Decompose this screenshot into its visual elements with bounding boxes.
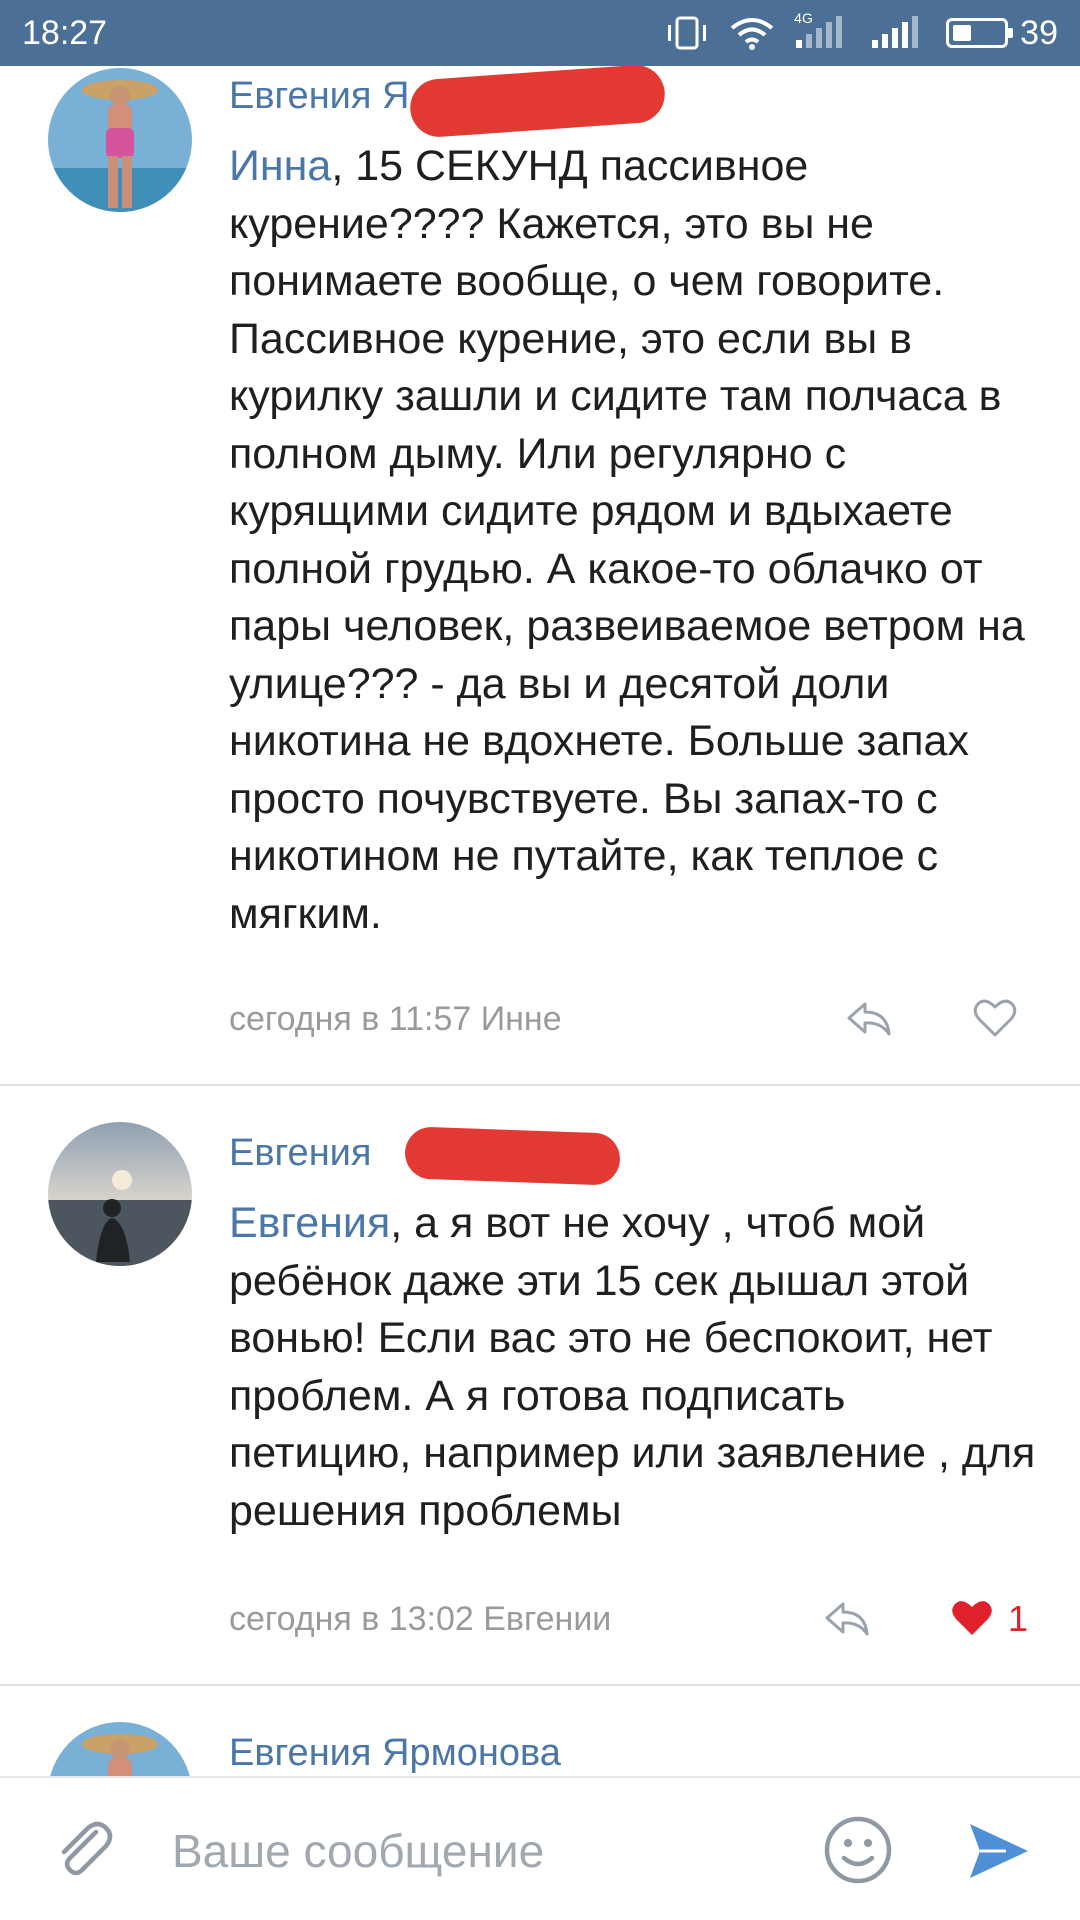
comment-meta: сегодня в 13:02 Евгении bbox=[229, 1600, 612, 1638]
emoji-icon[interactable] bbox=[822, 1814, 894, 1891]
vibrate-icon bbox=[664, 16, 710, 50]
heart-filled-icon[interactable] bbox=[950, 1598, 994, 1643]
mention-link[interactable]: Евгения bbox=[229, 1199, 390, 1247]
divider bbox=[0, 1084, 1080, 1086]
battery-indicator: 39 bbox=[946, 14, 1058, 53]
mention-link[interactable]: Инна bbox=[229, 142, 331, 190]
status-icons: 4G 39 bbox=[664, 10, 1058, 53]
paperclip-icon[interactable] bbox=[50, 1816, 116, 1887]
wifi-icon bbox=[730, 16, 774, 50]
avatar[interactable] bbox=[48, 1722, 192, 1776]
status-bar: 18:27 4G 39 bbox=[0, 0, 1080, 66]
redaction-mark bbox=[408, 66, 667, 139]
avatar[interactable] bbox=[48, 68, 192, 212]
redaction-mark bbox=[404, 1126, 621, 1186]
reply-icon[interactable] bbox=[823, 1598, 871, 1643]
battery-icon bbox=[946, 18, 1014, 48]
signal-4g-icon: 4G bbox=[794, 10, 850, 50]
like-count: 1 bbox=[1008, 1598, 1029, 1639]
send-icon[interactable] bbox=[966, 1818, 1032, 1889]
comments-feed[interactable]: Евгения Я Инна, 15 СЕКУНД пассивное куре… bbox=[0, 66, 1080, 1776]
comment-text: Инна, 15 СЕКУНД пассивное курение???? Ка… bbox=[229, 142, 1025, 938]
comment-author[interactable]: Евгения Ярмонова bbox=[229, 1732, 561, 1775]
comment-meta: сегодня в 11:57 Инне bbox=[229, 1000, 562, 1038]
avatar[interactable] bbox=[48, 1122, 192, 1266]
message-input-bar bbox=[0, 1776, 1080, 1920]
battery-level: 39 bbox=[1020, 13, 1058, 52]
signal-icon bbox=[870, 16, 926, 50]
message-input[interactable] bbox=[170, 1814, 794, 1888]
divider bbox=[0, 1684, 1080, 1686]
reply-icon[interactable] bbox=[845, 998, 893, 1043]
status-time: 18:27 bbox=[22, 13, 108, 52]
heart-icon[interactable] bbox=[973, 998, 1017, 1043]
comment-author[interactable]: Евгения bbox=[229, 1132, 371, 1175]
comment-author[interactable]: Евгения Я bbox=[229, 75, 409, 118]
comment-text: Евгения, а я вот не хочу , чтоб мой ребё… bbox=[229, 1199, 1036, 1535]
